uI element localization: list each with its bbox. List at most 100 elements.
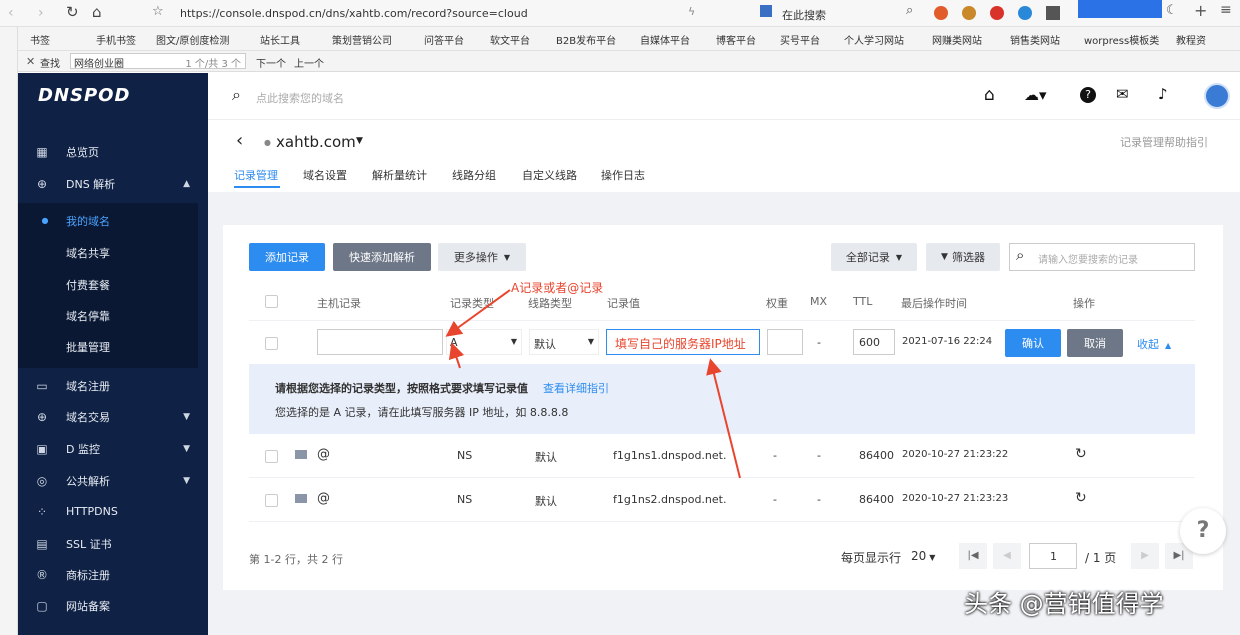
sidebar-item-ssl[interactable]: ▤ SSL 证书 bbox=[18, 528, 208, 559]
select-all-checkbox[interactable] bbox=[265, 295, 278, 308]
header-ttl[interactable]: TTL bbox=[853, 295, 872, 308]
bookmark-item[interactable]: 站长工具 bbox=[260, 32, 332, 47]
all-records-select[interactable]: 全部记录 ▼ bbox=[831, 243, 917, 271]
sidebar-item-trademark[interactable]: ® 商标注册 bbox=[18, 559, 208, 590]
bookmark-item[interactable]: 图文/原创度检测 bbox=[156, 32, 260, 47]
weight-input[interactable] bbox=[767, 329, 803, 355]
bookmark-item[interactable]: 博客平台 bbox=[716, 32, 780, 47]
line-select[interactable]: 默认 ▼ bbox=[529, 329, 599, 355]
sidebar-item-overview[interactable]: ▦ 总览页 bbox=[18, 136, 208, 167]
row-checkbox[interactable] bbox=[265, 450, 278, 463]
search-engine-icon[interactable] bbox=[760, 5, 772, 17]
tab-logs[interactable]: 操作日志 bbox=[601, 167, 645, 183]
header-type[interactable]: 记录类型 bbox=[450, 295, 494, 311]
next-page-button[interactable]: ▶ bbox=[1131, 543, 1159, 569]
header-line[interactable]: 线路类型 bbox=[528, 295, 572, 311]
browser-search-input[interactable]: 在此搜索 bbox=[782, 7, 826, 23]
page-number-input[interactable]: 1 bbox=[1029, 543, 1077, 569]
cancel-button[interactable]: 取消 bbox=[1067, 329, 1123, 357]
sidebar-item-dns[interactable]: ⊕ DNS 解析 ▲ bbox=[18, 168, 208, 199]
help-float-icon[interactable]: ? bbox=[1180, 508, 1226, 554]
sidebar-item-domain-trade[interactable]: ⊕ 域名交易 ▼ bbox=[18, 401, 208, 432]
avatar[interactable] bbox=[1204, 83, 1230, 109]
bookmark-item[interactable]: 网赚类网站 bbox=[932, 32, 1010, 47]
add-record-button[interactable]: 添加记录 bbox=[249, 243, 325, 271]
quick-add-button[interactable]: 快速添加解析 bbox=[333, 243, 431, 271]
bookmark-item[interactable]: 销售类网站 bbox=[1010, 32, 1084, 47]
back-icon[interactable]: ‹ bbox=[8, 5, 14, 21]
confirm-button[interactable]: 确认 bbox=[1005, 329, 1061, 357]
help-icon[interactable]: ? bbox=[1080, 87, 1096, 103]
home-icon[interactable]: ⌂ bbox=[92, 3, 102, 21]
sidebar-item-httpdns[interactable]: ⁘ HTTPDNS bbox=[18, 496, 208, 527]
sidebar-subitem-share[interactable]: 域名共享 bbox=[18, 237, 208, 268]
bookmark-item[interactable]: 教程资 bbox=[1176, 32, 1220, 47]
baidu-cloud-badge[interactable] bbox=[1078, 0, 1162, 18]
bookmark-item[interactable]: 策划营销公司 bbox=[332, 32, 424, 47]
sidebar-item-filing[interactable]: ▢ 网站备案 bbox=[18, 590, 208, 621]
sidebar-subitem-batch[interactable]: 批量管理 bbox=[18, 331, 208, 362]
sidebar-item-domain-register[interactable]: ▭ 域名注册 bbox=[18, 370, 208, 401]
tab-domain-settings[interactable]: 域名设置 bbox=[303, 167, 347, 183]
bookmark-item[interactable]: 自媒体平台 bbox=[640, 32, 716, 47]
value-input[interactable]: 填写自己的服务器IP地址 bbox=[606, 329, 760, 355]
hint-guide-link[interactable]: 查看详细指引 bbox=[543, 380, 609, 396]
url-field[interactable]: https://console.dnspod.cn/dns/xahtb.com/… bbox=[180, 7, 528, 20]
chevron-down-icon[interactable]: ▼ bbox=[356, 136, 363, 146]
sidebar-item-public-dns[interactable]: ◎ 公共解析 ▼ bbox=[18, 465, 208, 496]
header-value[interactable]: 记录值 bbox=[607, 295, 640, 311]
weibo-icon[interactable] bbox=[990, 6, 1004, 20]
bookmark-item[interactable]: 书签 bbox=[30, 32, 96, 47]
collapse-link[interactable]: 收起 ▲ bbox=[1137, 336, 1171, 352]
sidebar-subitem-parking[interactable]: 域名停靠 bbox=[18, 300, 208, 331]
flash-icon[interactable]: ϟ bbox=[688, 5, 695, 18]
find-input[interactable]: 网络创业圈 1 个/共 3 个 bbox=[70, 53, 246, 70]
dnspod-logo[interactable]: DNSPOD bbox=[38, 85, 130, 106]
star-icon[interactable]: ☆ bbox=[152, 4, 164, 19]
find-prev-button[interactable]: 上一个 bbox=[294, 55, 324, 70]
record-search-input[interactable]: ⌕ 请输入您要搜索的记录 bbox=[1009, 243, 1195, 271]
menu-icon[interactable]: ≡ bbox=[1220, 2, 1232, 18]
qrcode-icon[interactable] bbox=[1046, 6, 1060, 20]
header-host[interactable]: 主机记录 bbox=[317, 295, 361, 311]
wechat-icon[interactable]: ✉ bbox=[1116, 85, 1129, 103]
row-checkbox[interactable] bbox=[265, 337, 278, 350]
bookmark-item[interactable]: 问答平台 bbox=[424, 32, 490, 47]
tab-stats[interactable]: 解析量统计 bbox=[372, 167, 427, 183]
game-icon[interactable] bbox=[934, 6, 948, 20]
qq-icon[interactable] bbox=[1018, 6, 1032, 20]
forward-icon[interactable]: › bbox=[38, 5, 44, 21]
row-checkbox[interactable] bbox=[265, 494, 278, 507]
type-select[interactable]: A ▼ bbox=[446, 329, 522, 355]
help-guide-link[interactable]: 记录管理帮助指引 bbox=[1120, 134, 1208, 150]
extension-icon[interactable] bbox=[962, 6, 976, 20]
tab-records[interactable]: 记录管理 bbox=[234, 167, 278, 183]
new-tab-icon[interactable]: + bbox=[1194, 1, 1207, 20]
prev-page-button[interactable]: ◀ bbox=[993, 543, 1021, 569]
bookmark-item[interactable]: 个人学习网站 bbox=[844, 32, 932, 47]
bookmark-item[interactable]: 软文平台 bbox=[490, 32, 556, 47]
ttl-input[interactable]: 600 bbox=[853, 329, 895, 355]
bookmark-item[interactable]: B2B发布平台 bbox=[556, 32, 640, 47]
first-page-button[interactable]: |◀ bbox=[959, 543, 987, 569]
tab-line-groups[interactable]: 线路分组 bbox=[452, 167, 496, 183]
search-icon[interactable]: ⌕ bbox=[906, 3, 913, 18]
sidebar-subitem-plans[interactable]: 付费套餐 bbox=[18, 269, 208, 300]
sidebar-item-d-monitor[interactable]: ▣ D 监控 ▼ bbox=[18, 433, 208, 464]
bookmark-item[interactable]: 买号平台 bbox=[780, 32, 844, 47]
more-actions-button[interactable]: 更多操作 ▼ bbox=[438, 243, 526, 271]
reload-icon[interactable]: ↻ bbox=[66, 3, 79, 21]
header-weight[interactable]: 权重 bbox=[766, 295, 788, 311]
sidebar-subitem-my-domains[interactable]: ● 我的域名 bbox=[18, 205, 208, 236]
moon-icon[interactable]: ☾ bbox=[1166, 3, 1178, 18]
pause-icon[interactable]: ↻ bbox=[1075, 490, 1087, 506]
tab-custom-lines[interactable]: 自定义线路 bbox=[522, 167, 577, 183]
filter-button[interactable]: ▼ 筛选器 bbox=[926, 243, 1000, 271]
domain-search-input[interactable]: 点此搜索您的域名 bbox=[256, 90, 344, 106]
domain-name[interactable]: xahtb.com bbox=[276, 133, 356, 151]
close-icon[interactable]: ✕ bbox=[26, 55, 35, 68]
back-arrow-icon[interactable]: ‹ bbox=[236, 130, 243, 151]
bookmark-item[interactable]: 手机书签 bbox=[96, 32, 156, 47]
bell-icon[interactable]: ♪ bbox=[1158, 85, 1168, 103]
pause-icon[interactable]: ↻ bbox=[1075, 446, 1087, 462]
